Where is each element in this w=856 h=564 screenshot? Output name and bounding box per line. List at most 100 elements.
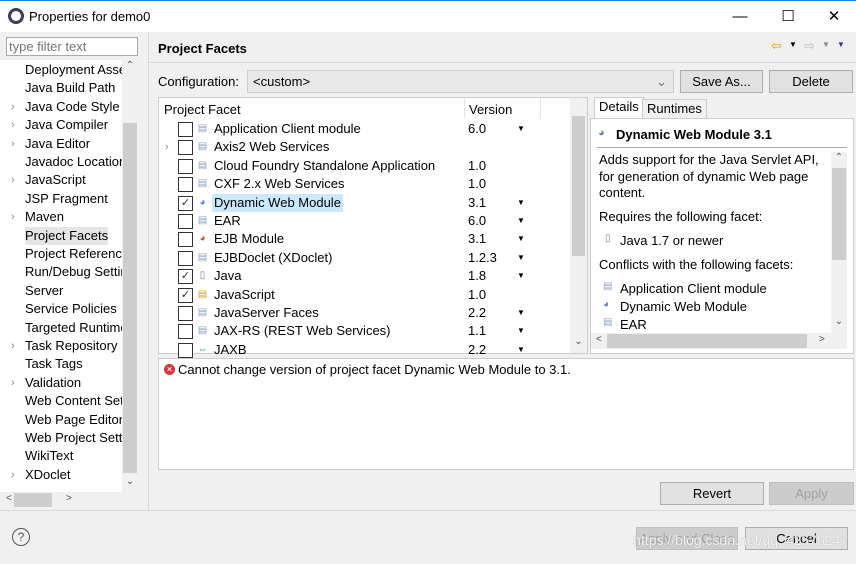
- sidebar-item[interactable]: Deployment Assembly: [25, 61, 122, 79]
- facet-checkbox[interactable]: [178, 158, 193, 174]
- chevron-right-icon[interactable]: ›: [11, 337, 15, 355]
- facet-version[interactable]: 6.0: [468, 212, 486, 230]
- sidebar-item[interactable]: Run/Debug Settings: [25, 263, 122, 281]
- sidebar-item[interactable]: Project Facets: [25, 226, 109, 245]
- facet-version[interactable]: 3.1: [468, 230, 486, 248]
- scroll-right-icon[interactable]: >: [66, 493, 72, 504]
- save-as-button[interactable]: Save As...: [680, 70, 763, 93]
- version-dropdown-icon[interactable]: ▼: [517, 304, 525, 322]
- hscroll-thumb[interactable]: [14, 493, 52, 507]
- revert-button[interactable]: Revert: [660, 482, 764, 505]
- configuration-select[interactable]: <custom> ⌄: [247, 70, 674, 93]
- sidebar-item[interactable]: › Java Editor: [11, 135, 122, 153]
- sidebar-item[interactable]: Web Content Settings: [25, 392, 122, 410]
- maximize-button[interactable]: ☐: [770, 5, 806, 29]
- view-menu-icon[interactable]: ▼: [837, 40, 845, 49]
- scroll-down-icon[interactable]: ⌄: [122, 476, 138, 487]
- version-dropdown-icon[interactable]: ▼: [517, 120, 525, 138]
- scroll-right-icon[interactable]: >: [819, 334, 825, 345]
- facet-checkbox[interactable]: [178, 177, 193, 193]
- chevron-right-icon[interactable]: ›: [11, 374, 15, 392]
- sidebar-item[interactable]: Server: [25, 282, 122, 300]
- facet-version[interactable]: 1.2.3: [468, 249, 497, 267]
- scroll-down-icon[interactable]: ⌄: [570, 336, 587, 347]
- sidebar-item[interactable]: Task Tags: [25, 355, 122, 373]
- chevron-right-icon[interactable]: ›: [11, 98, 15, 116]
- apply-button[interactable]: Apply: [769, 482, 854, 505]
- sidebar-item[interactable]: Targeted Runtimes: [25, 319, 122, 337]
- sidebar-item[interactable]: Service Policies: [25, 300, 122, 318]
- forward-menu-icon[interactable]: ▼: [822, 40, 830, 49]
- version-dropdown-icon[interactable]: ▼: [517, 249, 525, 267]
- table-row[interactable]: ▤ Cloud Foundry Standalone Application 1.0: [159, 157, 569, 175]
- back-icon[interactable]: ⇦: [771, 38, 782, 54]
- sidebar-item[interactable]: Java Build Path: [25, 79, 122, 97]
- scroll-thumb[interactable]: [123, 123, 137, 473]
- table-row[interactable]: ✓ ▤ JavaScript 1.0: [159, 286, 569, 304]
- sidebar-item[interactable]: JSP Fragment: [25, 190, 122, 208]
- table-row[interactable]: ▤ Application Client module 6.0 ▼: [159, 120, 569, 138]
- table-row[interactable]: ⇔ JAXB 2.2 ▼: [159, 341, 569, 359]
- sidebar-item[interactable]: › Maven: [11, 208, 122, 226]
- column-header-facet[interactable]: Project Facet: [164, 102, 241, 117]
- sidebar-item[interactable]: Web Page Editor: [25, 411, 122, 429]
- facet-version[interactable]: 2.2: [468, 304, 486, 322]
- filter-input[interactable]: [6, 37, 138, 56]
- facet-checkbox[interactable]: [178, 140, 193, 156]
- forward-icon[interactable]: ⇨: [804, 38, 815, 54]
- facet-version[interactable]: 1.8: [468, 267, 486, 285]
- sidebar-item[interactable]: › Validation: [11, 374, 122, 392]
- facet-checkbox[interactable]: [178, 232, 193, 248]
- facet-checkbox[interactable]: ✓: [178, 195, 193, 211]
- tab-runtimes[interactable]: Runtimes: [642, 99, 707, 118]
- facet-checkbox[interactable]: ✓: [178, 269, 193, 285]
- scroll-thumb[interactable]: [832, 168, 846, 260]
- facet-version[interactable]: 1.1: [468, 322, 486, 340]
- facet-version[interactable]: 3.1: [468, 194, 486, 212]
- details-vscrollbar[interactable]: ⌃ ⌄: [831, 152, 847, 333]
- facet-checkbox[interactable]: [178, 214, 193, 229]
- facet-checkbox[interactable]: ✓: [178, 287, 193, 303]
- scroll-left-icon[interactable]: <: [6, 493, 12, 504]
- column-header-version[interactable]: Version: [469, 102, 512, 117]
- version-dropdown-icon[interactable]: ▼: [517, 212, 525, 230]
- facet-version[interactable]: 6.0: [468, 120, 486, 138]
- table-row[interactable]: › ▤ Axis2 Web Services: [159, 138, 569, 156]
- sidebar-item[interactable]: Web Project Settings: [25, 429, 122, 447]
- sidebar-item[interactable]: › Java Compiler: [11, 116, 122, 134]
- table-row[interactable]: ◕ EJB Module 3.1 ▼: [159, 230, 569, 248]
- chevron-right-icon[interactable]: ›: [11, 466, 15, 484]
- sidebar-item[interactable]: › JavaScript: [11, 171, 122, 189]
- facet-checkbox[interactable]: [178, 324, 193, 340]
- version-dropdown-icon[interactable]: ▼: [517, 194, 525, 212]
- version-dropdown-icon[interactable]: ▼: [517, 341, 525, 359]
- version-dropdown-icon[interactable]: ▼: [517, 322, 525, 340]
- scroll-left-icon[interactable]: <: [596, 334, 602, 345]
- table-vscrollbar[interactable]: ⌄: [570, 98, 587, 353]
- scroll-thumb[interactable]: [572, 116, 585, 256]
- version-dropdown-icon[interactable]: ▼: [517, 230, 525, 248]
- minimize-button[interactable]: —: [722, 5, 758, 29]
- table-row[interactable]: ▤ JavaServer Faces 2.2 ▼: [159, 304, 569, 322]
- table-row[interactable]: ▤ EJBDoclet (XDoclet) 1.2.3 ▼: [159, 249, 569, 267]
- sidebar-item[interactable]: Project References: [25, 245, 122, 263]
- sidebar-hscrollbar[interactable]: < >: [0, 492, 138, 508]
- sidebar-item[interactable]: Javadoc Location: [25, 153, 122, 171]
- version-dropdown-icon[interactable]: ▼: [517, 267, 525, 285]
- table-row[interactable]: ✓ ◕ Dynamic Web Module 3.1 ▼: [159, 193, 569, 212]
- sidebar-item[interactable]: › Java Code Style: [11, 98, 122, 116]
- chevron-right-icon[interactable]: ›: [11, 171, 15, 189]
- details-hscrollbar[interactable]: < >: [591, 333, 847, 349]
- facet-checkbox[interactable]: [178, 250, 193, 266]
- table-row[interactable]: ▤ CXF 2.x Web Services 1.0: [159, 175, 569, 193]
- tab-details[interactable]: Details: [594, 97, 644, 118]
- help-icon[interactable]: ?: [12, 528, 30, 546]
- close-button[interactable]: ✕: [816, 5, 852, 29]
- chevron-right-icon[interactable]: ›: [11, 208, 15, 226]
- facet-version[interactable]: 2.2: [468, 341, 486, 359]
- sidebar-item[interactable]: › Task Repository: [11, 337, 122, 355]
- back-menu-icon[interactable]: ▼: [789, 40, 797, 49]
- table-row[interactable]: ▤ EAR 6.0 ▼: [159, 212, 569, 230]
- chevron-right-icon[interactable]: ›: [11, 116, 15, 134]
- hscroll-thumb[interactable]: [607, 334, 807, 348]
